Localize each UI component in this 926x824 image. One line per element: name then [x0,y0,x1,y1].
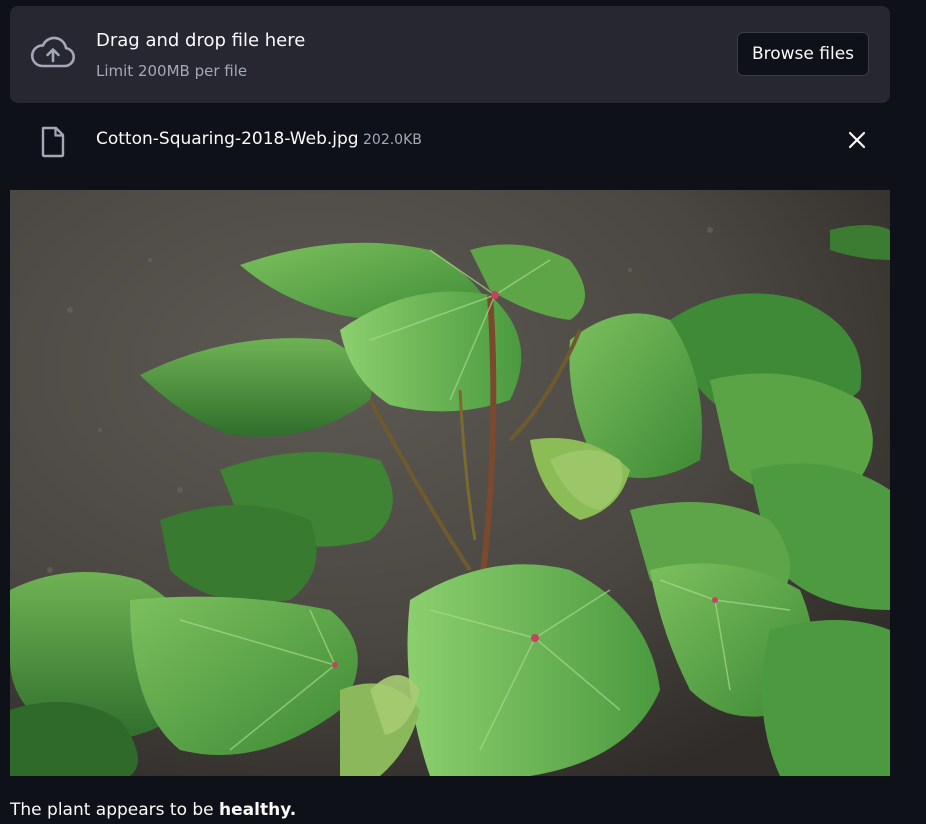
uploaded-file-row: Cotton-Squaring-2018-Web.jpg 202.0KB [10,118,890,162]
close-icon[interactable] [843,126,871,154]
file-name: Cotton-Squaring-2018-Web.jpg [96,129,359,149]
dropzone-limit-text: Limit 200MB per file [96,62,248,80]
file-size: 202.0KB [363,132,422,148]
file-icon [41,126,65,158]
uploaded-plant-image [10,190,890,776]
result-status: healthy. [219,800,297,820]
cloud-upload-icon [30,36,75,68]
dropzone-title: Drag and drop file here [96,30,306,51]
app-page: Drag and drop file here Limit 200MB per … [0,0,926,824]
result-prefix: The plant appears to be [10,800,220,820]
browse-files-button[interactable]: Browse files [737,32,869,76]
file-dropzone[interactable]: Drag and drop file here Limit 200MB per … [10,6,890,103]
prediction-result: The plant appears to be healthy. [10,800,296,820]
